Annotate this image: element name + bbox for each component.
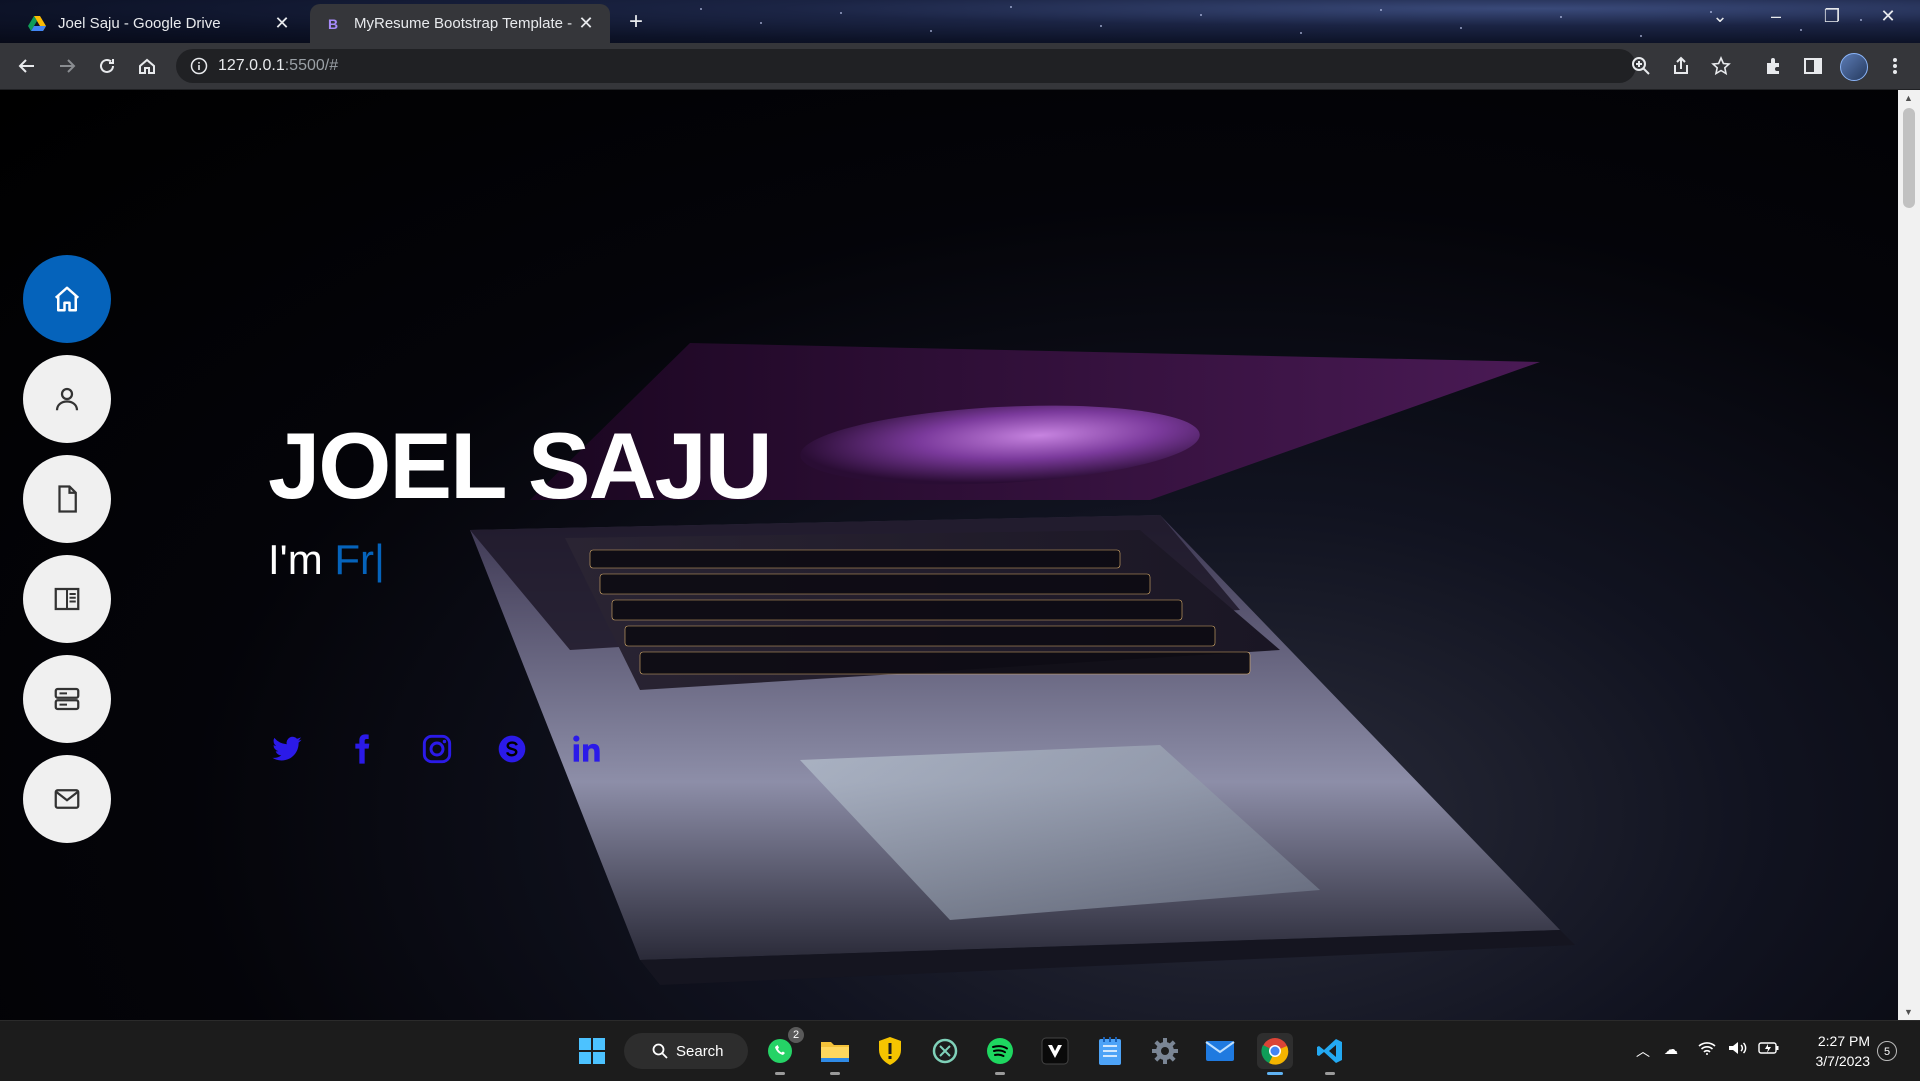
person-icon [55,387,79,411]
instagram-link[interactable] [418,730,456,768]
book-icon [54,587,80,611]
share-icon[interactable] [1666,51,1696,81]
notification-center-badge[interactable]: 5 [1877,1041,1897,1061]
browser-toolbar: 127.0.0.1:5500/# [0,43,1920,90]
tab-myresume[interactable]: B MyResume Bootstrap Template - ✕ [310,4,610,43]
nav-resume-button[interactable] [23,455,111,543]
security-shield-icon[interactable] [872,1033,908,1069]
chrome-icon[interactable] [1257,1033,1293,1075]
scroll-up-icon[interactable]: ▲ [1904,93,1913,103]
browser-titlebar: Joel Saju - Google Drive ✕ B MyResume Bo… [0,0,1920,43]
reload-icon[interactable] [92,51,122,81]
settings-icon[interactable] [1147,1033,1183,1069]
forward-icon[interactable] [52,51,82,81]
home-button-icon[interactable] [132,51,162,81]
notepad-icon[interactable] [1092,1033,1128,1069]
tab-title: MyResume Bootstrap Template - [354,15,573,32]
nav-about-button[interactable] [23,355,111,443]
vscode-icon[interactable] [1312,1033,1348,1075]
tab-search-icon[interactable]: ⌄ [1700,6,1740,27]
twitter-link[interactable] [268,730,306,768]
file-icon [58,485,77,513]
site-info-icon[interactable] [190,57,208,75]
notification-badge: 2 [788,1027,804,1043]
battery-icon[interactable] [1758,1041,1780,1058]
search-label: Search [676,1042,724,1060]
scroll-down-icon[interactable]: ▼ [1904,1007,1913,1017]
tab-google-drive[interactable]: Joel Saju - Google Drive ✕ [14,4,306,43]
twitter-icon [272,736,302,761]
nav-home-button[interactable] [23,255,111,343]
subtitle-prefix: I'm [268,536,335,583]
linkedin-link[interactable] [568,730,606,768]
whatsapp-icon[interactable]: 2 [762,1027,804,1075]
typed-cursor: | [374,536,385,583]
system-clock[interactable]: 2:27 PM 3/7/2023 [1790,1031,1871,1071]
back-icon[interactable] [12,51,42,81]
bootstrap-icon: B [327,15,339,32]
more-menu-icon[interactable] [1880,51,1910,81]
home-icon [54,286,80,312]
side-navigation [23,255,111,855]
restore-icon[interactable]: ❐ [1812,6,1852,27]
extensions-icon[interactable] [1758,51,1788,81]
nav-contact-button[interactable] [23,755,111,843]
taskbar-search[interactable]: Search [624,1033,748,1069]
vivaldi-icon[interactable] [1037,1033,1073,1069]
nav-services-button[interactable] [23,655,111,743]
wifi-icon[interactable] [1698,1041,1716,1058]
facebook-icon [355,734,370,764]
social-links [268,730,643,768]
facebook-link[interactable] [343,730,381,768]
page-scrollbar[interactable]: ▲ ▼ [1898,90,1920,1020]
hero-subtitle: I'm Fr| [268,536,385,584]
url-text: 127.0.0.1:5500/# [218,57,339,74]
google-drive-icon [28,15,46,33]
clock-time: 2:27 PM [1817,1033,1870,1049]
linkedin-icon [573,735,600,762]
close-window-icon[interactable]: ✕ [1868,6,1908,27]
scrollbar-thumb[interactable] [1903,108,1915,208]
minimize-icon[interactable]: – [1756,6,1796,27]
tray-overflow-icon[interactable]: ︿ [1636,1041,1650,1061]
search-icon [652,1043,668,1059]
nav-portfolio-button[interactable] [23,555,111,643]
windows-taskbar: Search 2 ︿ ☁ 2:27 PM 3/7/2023 5 [0,1020,1920,1081]
address-bar[interactable]: 127.0.0.1:5500/# [176,49,1636,83]
hero-title: JOEL SAJU [268,413,773,518]
server-icon [54,687,80,711]
windows-start-icon[interactable] [574,1033,610,1069]
envelope-icon [54,789,80,809]
zoom-icon[interactable] [1626,51,1656,81]
tab-title: Joel Saju - Google Drive [58,15,221,32]
mail-icon[interactable] [1202,1033,1238,1069]
page-viewport: JOEL SAJU I'm Fr| [0,90,1898,1020]
typed-text: Fr [334,536,374,583]
side-panel-icon[interactable] [1798,51,1828,81]
clock-date: 3/7/2023 [1815,1053,1871,1069]
spotify-icon[interactable] [982,1033,1018,1075]
chatgpt-icon[interactable] [927,1033,963,1069]
close-icon[interactable]: ✕ [576,13,596,34]
skype-icon [498,735,526,763]
profile-avatar[interactable] [1840,53,1868,81]
volume-icon[interactable] [1728,1041,1748,1058]
instagram-icon [422,734,452,764]
file-explorer-icon[interactable] [817,1033,853,1075]
skype-link[interactable] [493,730,531,768]
close-icon[interactable]: ✕ [272,13,292,34]
bookmark-star-icon[interactable] [1706,51,1736,81]
new-tab-button[interactable]: + [622,9,650,37]
onedrive-icon[interactable]: ☁ [1664,1041,1678,1058]
